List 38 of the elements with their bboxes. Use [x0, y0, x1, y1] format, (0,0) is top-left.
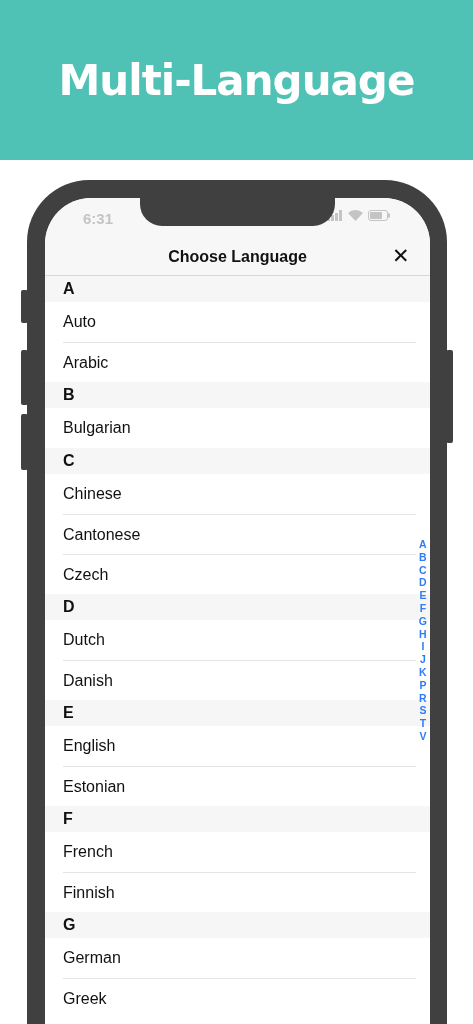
- language-item[interactable]: Bulgarian: [63, 408, 416, 448]
- index-letter[interactable]: C: [419, 563, 427, 577]
- index-letter[interactable]: R: [419, 691, 427, 705]
- section-letter: F: [63, 810, 73, 828]
- section-letter: C: [63, 452, 75, 470]
- language-item[interactable]: Auto: [63, 302, 416, 342]
- language-item[interactable]: Cantonese: [63, 514, 416, 554]
- index-letter[interactable]: H: [419, 627, 427, 641]
- index-letter[interactable]: T: [419, 717, 427, 730]
- index-letter[interactable]: I: [421, 640, 425, 654]
- index-letter[interactable]: S: [419, 704, 427, 718]
- language-item[interactable]: German: [63, 938, 416, 978]
- signal-icon: [327, 210, 343, 221]
- index-letter[interactable]: D: [419, 576, 427, 590]
- section-letter: A: [63, 280, 75, 298]
- wifi-icon: [348, 210, 363, 221]
- close-button[interactable]: ✕: [392, 245, 410, 266]
- section-letter: B: [63, 386, 75, 404]
- section-letter: D: [63, 598, 75, 616]
- language-item[interactable]: Greek: [63, 978, 416, 1018]
- section-letter: G: [63, 916, 76, 934]
- index-letter[interactable]: G: [418, 614, 427, 628]
- battery-icon: [368, 210, 390, 221]
- index-letter[interactable]: A: [419, 538, 427, 551]
- index-letter[interactable]: J: [420, 653, 426, 666]
- banner-title: Multi-Language: [58, 55, 415, 105]
- index-letter[interactable]: V: [419, 729, 427, 743]
- index-letter[interactable]: K: [419, 665, 427, 679]
- index-letter[interactable]: P: [419, 678, 427, 692]
- index-letter[interactable]: F: [419, 602, 427, 615]
- language-item[interactable]: Dutch: [63, 620, 416, 660]
- section-letter: E: [63, 704, 74, 722]
- language-item[interactable]: English: [63, 726, 416, 766]
- index-letter[interactable]: E: [419, 589, 427, 602]
- language-item[interactable]: French: [63, 832, 416, 872]
- language-item[interactable]: Chinese: [63, 474, 416, 514]
- nav-title: Choose Language: [168, 247, 307, 266]
- index-letter[interactable]: B: [419, 550, 427, 564]
